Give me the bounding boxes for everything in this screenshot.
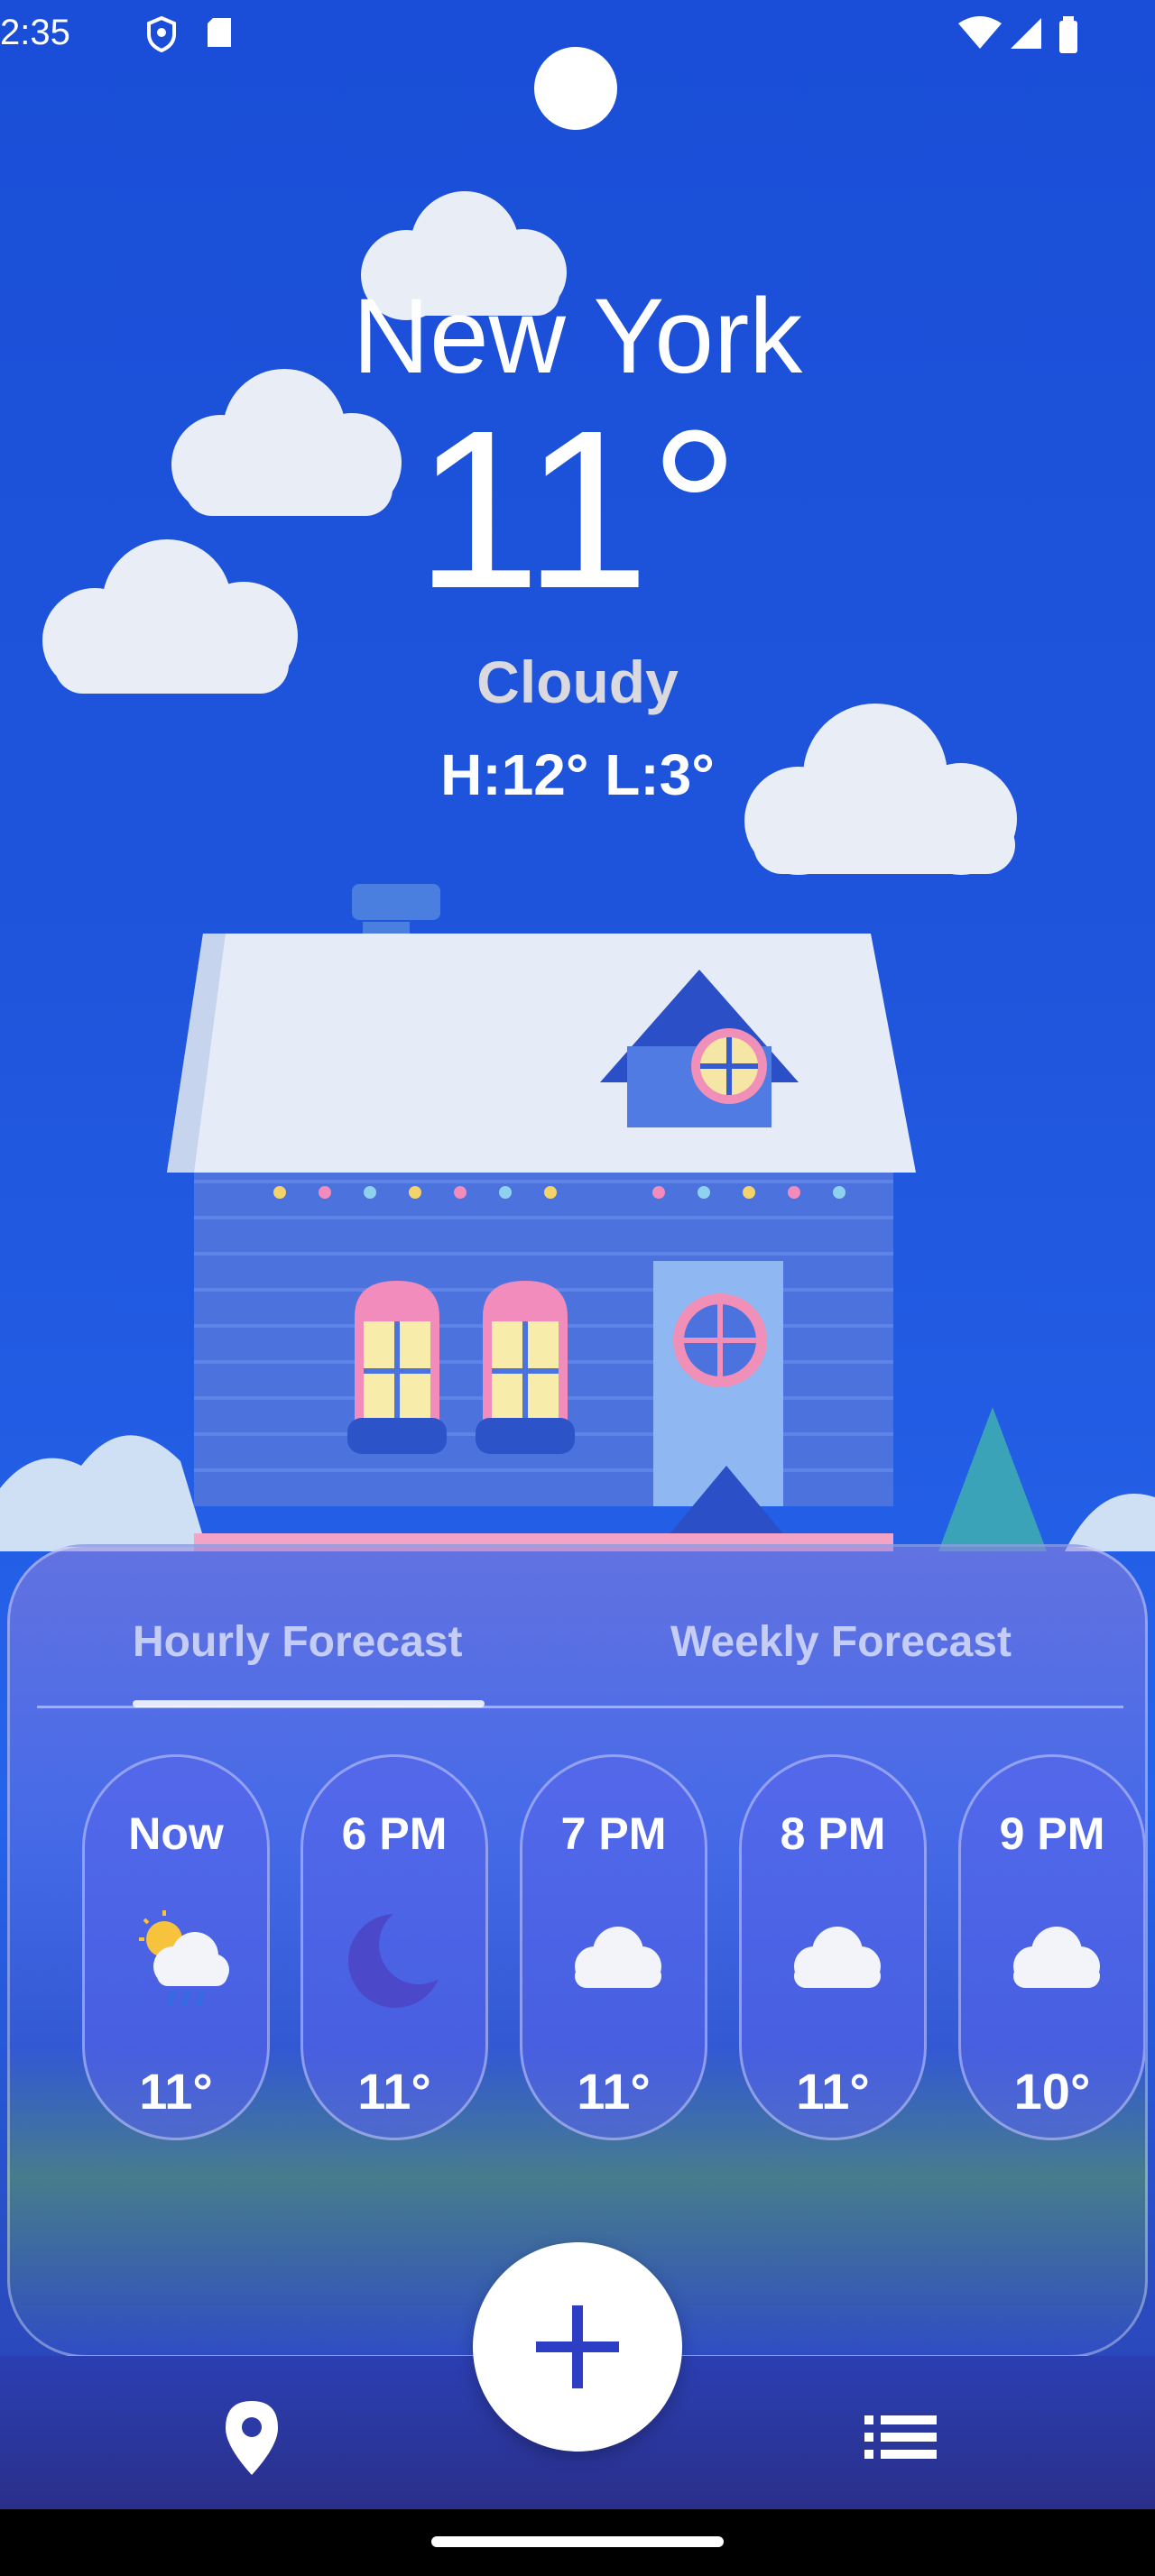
hour-temperature: 11° [577,2063,651,2120]
hour-label: 9 PM [999,1808,1105,1859]
background-scene: 2:35 New York 11° Cloudy H:12° L:3° Hour… [0,0,1155,2576]
cloud-icon [794,1927,881,1988]
cloud-icon [575,1927,661,1988]
wifi-icon [958,16,1002,49]
camera-cutout [534,47,617,130]
hour-temperature: 11° [796,2063,870,2120]
hourly-card-8pm[interactable]: 8 PM 11° [739,1754,927,2140]
shield-icon [147,16,176,52]
hourly-card-now[interactable]: Now 11° [82,1754,270,2140]
home-gesture-handle[interactable] [431,2536,724,2547]
hourly-card-9pm[interactable]: 9 PM 10° [958,1754,1145,2140]
hour-label: Now [128,1808,224,1859]
battery-icon [1059,16,1077,53]
tab-weekly-forecast[interactable]: Weekly Forecast [670,1617,1012,1667]
hour-label: 7 PM [560,1808,667,1859]
city-name: New York [352,277,803,396]
add-location-button[interactable] [473,2242,682,2452]
tab-hourly-forecast[interactable]: Hourly Forecast [133,1617,462,1667]
status-time: 2:35 [0,13,70,52]
rain-sun-cloud-icon [139,1910,229,2007]
current-temperature: 11° [415,383,740,635]
plus-icon [536,2305,619,2388]
hour-label: 8 PM [780,1808,886,1859]
high-low-temperature: H:12° L:3° [440,742,715,807]
location-pin-icon[interactable] [224,2399,280,2477]
hour-temperature: 11° [139,2063,213,2120]
selected-tab-indicator [133,1700,485,1707]
house-illustration [0,884,1155,1551]
cloud-icon [1013,1927,1100,1988]
sd-card-icon [208,18,231,47]
current-condition: Cloudy [476,649,679,715]
list-icon[interactable] [864,2414,937,2461]
forecast-panel: Hourly Forecast Weekly Forecast Now 11° … [7,1544,1148,2358]
cell-signal-icon [1011,18,1041,49]
hourly-card-7pm[interactable]: 7 PM 11° [520,1754,707,2140]
hour-temperature: 11° [357,2063,431,2120]
hour-label: 6 PM [341,1808,448,1859]
hour-temperature: 10° [1013,2063,1091,2120]
moon-icon [348,1914,442,2008]
hourly-card-6pm[interactable]: 6 PM 11° [300,1754,488,2140]
